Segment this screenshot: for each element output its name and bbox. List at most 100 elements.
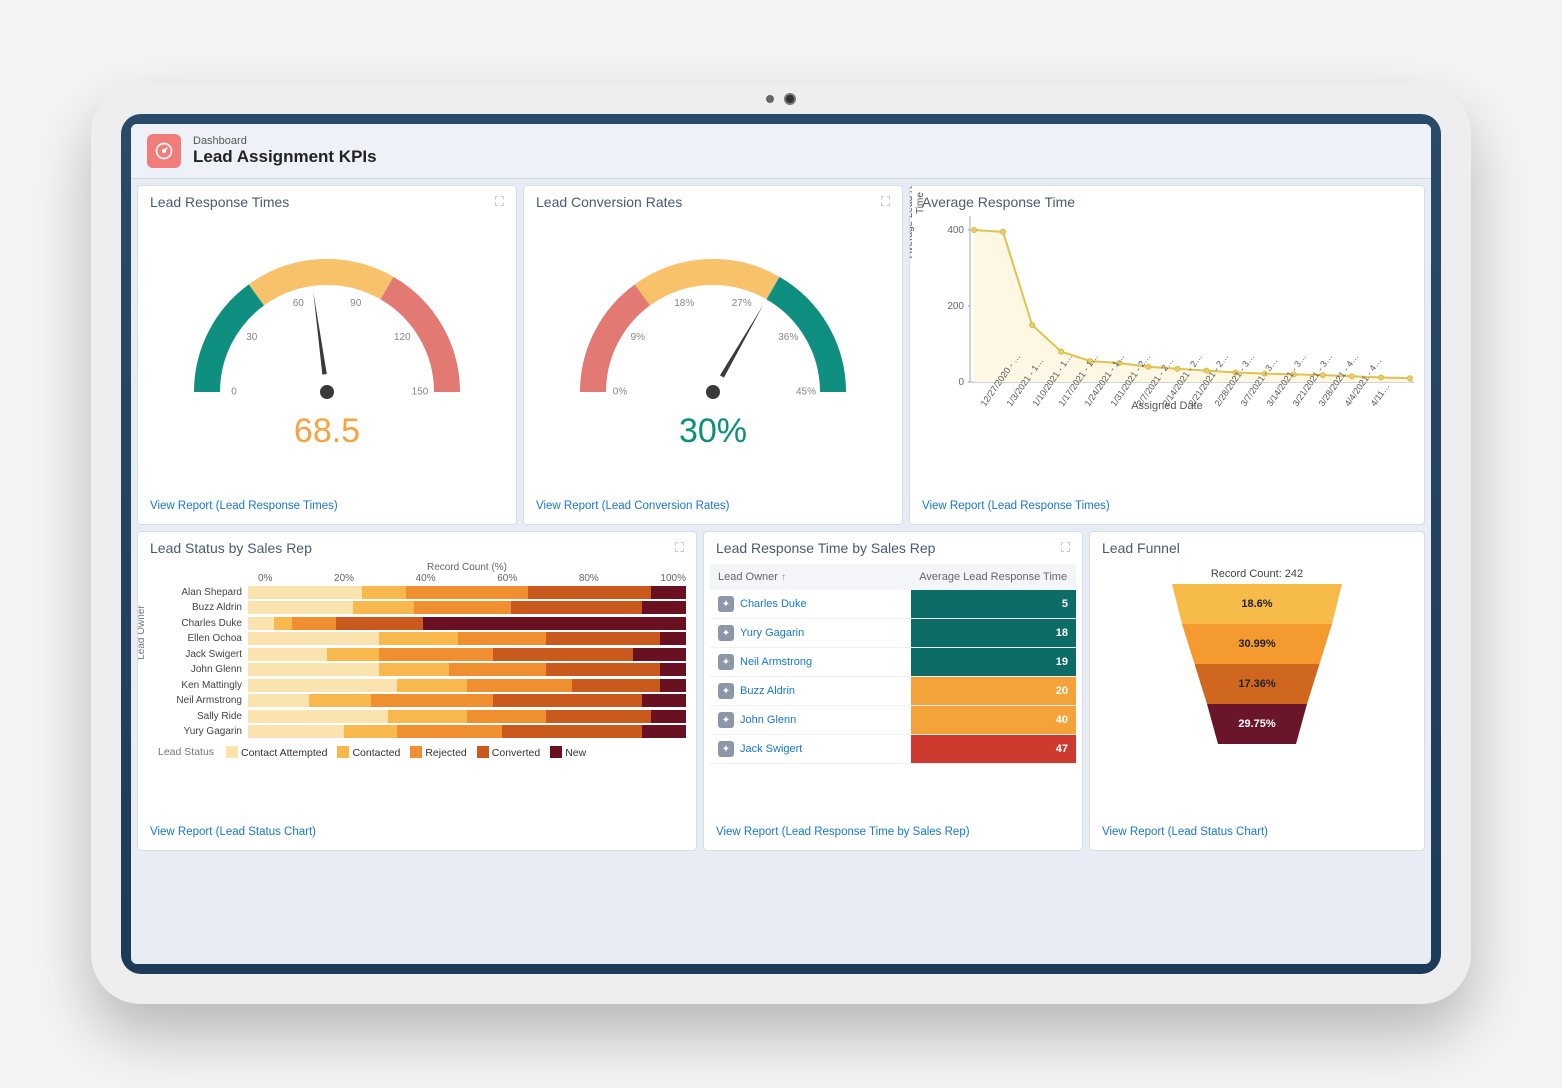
legend: Lead Status Contact Attempted Contacted … [148,740,686,759]
stacked-bar-chart: Alan Shepard Buzz Aldrin Charles Duke Ellen… [148,585,686,740]
table-row[interactable]: ✦John Glenn 40 [710,706,1076,735]
gauge-icon [147,134,181,168]
owner-label: Charles Duke [148,618,248,629]
owner-cell[interactable]: ✦John Glenn [710,706,911,734]
stacked-bar-row: Neil Armstrong [148,693,686,708]
owner-label: Buzz Aldrin [148,602,248,613]
response-table: Lead Owner ↑ Average Lead Response Time … [710,564,1076,764]
svg-text:0%: 0% [613,387,628,398]
owner-label: Ellen Ochoa [148,633,248,644]
owner-cell[interactable]: ✦Jack Swigert [710,735,911,763]
table-row[interactable]: ✦Yury Gagarin 18 [710,619,1076,648]
user-icon: ✦ [718,741,734,757]
value-cell: 19 [911,648,1076,676]
column-header-value[interactable]: Average Lead Response Time [911,564,1076,590]
expand-icon[interactable]: ⛶ [881,194,890,210]
tablet-camera [756,94,806,104]
card-title: Average Response Time [922,194,1075,210]
view-report-link[interactable]: View Report (Lead Status Chart) [150,826,316,838]
card-title: Lead Funnel [1102,540,1180,556]
user-icon: ✦ [718,625,734,641]
svg-text:90: 90 [350,298,362,309]
view-report-link[interactable]: View Report (Lead Response Times) [150,500,338,512]
svg-text:18%: 18% [674,298,694,309]
table-row[interactable]: ✦Buzz Aldrin 20 [710,677,1076,706]
value-cell: 20 [911,677,1076,705]
svg-text:27%: 27% [732,298,752,309]
owner-cell[interactable]: ✦Buzz Aldrin [710,677,911,705]
owner-label: Jack Swigert [148,649,248,660]
owner-cell[interactable]: ✦Neil Armstrong [710,648,911,676]
svg-text:120: 120 [394,332,411,343]
card-lead-response-times: Lead Response Times ⛶ 0 30 60 90 120 150 68.5… [137,185,517,525]
view-report-link[interactable]: View Report (Lead Response Times) [922,500,1110,512]
expand-icon[interactable]: ⛶ [1061,540,1070,556]
value-cell: 18 [911,619,1076,647]
card-title: Lead Conversion Rates [536,194,682,210]
user-icon: ✦ [718,596,734,612]
svg-text:9%: 9% [631,332,646,343]
funnel-segment: 29.75% [1207,704,1307,744]
svg-text:45%: 45% [796,387,816,398]
card-title: Lead Status by Sales Rep [150,540,312,556]
stacked-bar-row: Charles Duke [148,616,686,631]
page-title: Lead Assignment KPIs [193,147,377,167]
card-lead-status-by-rep: Lead Status by Sales Rep ⛶ Record Count … [137,531,697,851]
funnel-segment: 18.6% [1172,584,1342,624]
user-icon: ✦ [718,712,734,728]
card-average-response-time: Average Response Time 0 200 400 Average Le… [909,185,1425,525]
view-report-link[interactable]: View Report (Lead Response Time by Sales… [716,826,970,838]
table-row[interactable]: ✦Charles Duke 5 [710,590,1076,619]
owner-cell[interactable]: ✦Charles Duke [710,590,911,618]
x-axis-label: Record Count (%) [148,562,686,573]
breadcrumb: Dashboard [193,135,377,147]
svg-text:0: 0 [231,387,237,398]
user-icon: ✦ [718,654,734,670]
stacked-bar-row: Alan Shepard [148,585,686,600]
tablet-frame: Dashboard Lead Assignment KPIs Lead Resp… [91,84,1471,1004]
svg-text:60: 60 [293,298,305,309]
stacked-bar-row: Buzz Aldrin [148,600,686,615]
card-lead-funnel: Lead Funnel Record Count: 242 18.6%30.99… [1089,531,1425,851]
stacked-bar-row: Yury Gagarin [148,724,686,739]
gauge-chart: 0% 9% 18% 27% 36% 45% [534,216,892,412]
y-axis-label: Lead Owner [137,605,147,659]
owner-cell[interactable]: ✦Yury Gagarin [710,619,911,647]
expand-icon[interactable]: ⛶ [495,194,504,210]
stacked-bar-row: Ellen Ochoa [148,631,686,646]
user-icon: ✦ [718,683,734,699]
expand-icon[interactable]: ⛶ [675,540,684,556]
value-cell: 47 [911,735,1076,763]
x-axis-ticks: 12/27/2020 - …1/3/2021 - 1…1/10/2021 - 1… [920,386,1414,396]
owner-label: Sally Ride [148,711,248,722]
gauge-chart: 0 30 60 90 120 150 [148,216,506,412]
owner-label: John Glenn [148,664,248,675]
svg-text:30: 30 [246,332,258,343]
y-axis-label: Average Lead Response Time [909,185,926,263]
card-lead-conversion-rates: Lead Conversion Rates ⛶ 0% 9% 18% 27% 36% 45%… [523,185,903,525]
stacked-bar-row: Sally Ride [148,709,686,724]
gauge-value: 68.5 [148,412,506,451]
screen: Dashboard Lead Assignment KPIs Lead Resp… [121,114,1441,974]
table-row[interactable]: ✦Neil Armstrong 19 [710,648,1076,677]
svg-text:200: 200 [947,301,964,312]
owner-label: Neil Armstrong [148,695,248,706]
funnel-subtitle: Record Count: 242 [1100,562,1414,584]
owner-label: Yury Gagarin [148,726,248,737]
table-row[interactable]: ✦Jack Swigert 47 [710,735,1076,764]
column-header-owner[interactable]: Lead Owner ↑ [710,564,911,590]
svg-text:0: 0 [958,377,964,388]
svg-text:36%: 36% [778,332,798,343]
stacked-bar-row: John Glenn [148,662,686,677]
stacked-bar-row: Jack Swigert [148,647,686,662]
card-title: Lead Response Times [150,194,289,210]
card-response-time-by-rep: Lead Response Time by Sales Rep ⛶ Lead O… [703,531,1083,851]
svg-text:400: 400 [947,225,964,236]
view-report-link[interactable]: View Report (Lead Status Chart) [1102,826,1268,838]
svg-text:150: 150 [412,387,429,398]
owner-label: Ken Mattingly [148,680,248,691]
view-report-link[interactable]: View Report (Lead Conversion Rates) [536,500,729,512]
value-cell: 5 [911,590,1076,618]
gauge-value: 30% [534,412,892,451]
funnel-chart: 18.6%30.99%17.36%29.75% [1172,584,1342,744]
